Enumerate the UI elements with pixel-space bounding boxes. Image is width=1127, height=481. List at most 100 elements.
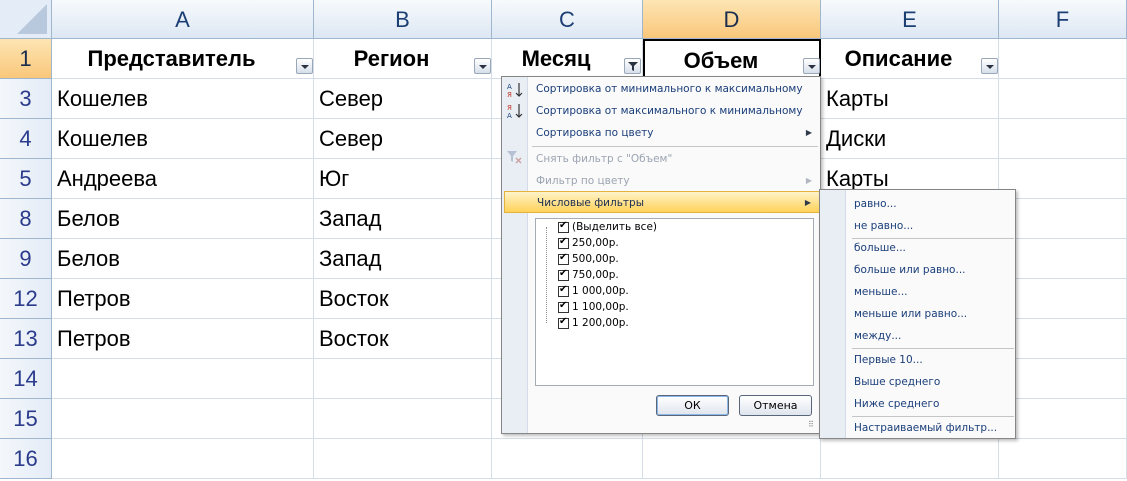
column-header-a[interactable]: A [52,0,314,39]
submenu-arrow-icon: ▶ [804,198,811,207]
cell[interactable] [999,279,1127,319]
values-checklist[interactable]: (Выделить все) 250,00р. 500,00р. 750,00р… [535,218,814,386]
cell[interactable]: Запад [314,199,492,239]
submenu-item-less-or-equal[interactable]: меньше или равно... [854,303,967,325]
cell[interactable] [314,359,492,399]
ok-button[interactable]: ОК [656,395,729,416]
cell[interactable]: Карты [821,79,999,119]
header-cell-representative[interactable]: Представитель [52,39,314,79]
cell[interactable] [492,439,643,479]
cell[interactable]: Восток [314,279,492,319]
column-header-d[interactable]: D [643,0,821,39]
filter-dropdown-button[interactable] [296,58,313,74]
submenu-item-between[interactable]: между... [854,325,901,347]
filter-dropdown-button[interactable] [474,58,491,74]
row-number[interactable]: 16 [0,439,52,479]
sort-descending-icon: ЯA [506,102,524,120]
svg-text:A: A [507,83,512,91]
column-header-e[interactable]: E [821,0,999,39]
cell[interactable]: Юг [314,159,492,199]
sort-ascending-item[interactable]: Сортировка от минимального к максимально… [528,78,820,100]
resize-grip-icon[interactable]: ⠿ [808,421,818,431]
clear-filter-label: Снять фильтр с "Объем" [536,153,673,165]
submenu-item-custom-filter[interactable]: Настраиваемый фильтр... [854,417,997,439]
filter-active-icon[interactable] [624,58,641,74]
select-all-corner[interactable] [0,0,52,39]
header-cell-volume[interactable]: Объем [643,39,821,79]
cell[interactable] [999,39,1127,79]
column-header-b[interactable]: B [314,0,492,39]
sort-descending-item[interactable]: Сортировка от максимального к минимально… [528,100,820,122]
submenu-item-not-equals[interactable]: не равно... [854,215,913,237]
column-header-f[interactable]: F [999,0,1127,39]
row-number[interactable]: 14 [0,359,52,399]
sort-by-color-item[interactable]: Сортировка по цвету ▶ [528,122,820,144]
row-number[interactable]: 9 [0,239,52,279]
checkbox-select-all[interactable] [558,220,569,233]
cell[interactable] [999,199,1127,239]
svg-text:Я: Я [507,91,512,99]
cell[interactable] [314,399,492,439]
row-number[interactable]: 3 [0,79,52,119]
submenu-item-above-average[interactable]: Выше среднего [854,371,940,393]
filter-dropdown-button[interactable] [981,58,998,74]
cell[interactable] [52,439,314,479]
cell[interactable]: Восток [314,319,492,359]
row-number[interactable]: 1 [0,39,52,79]
header-cell-region[interactable]: Регион [314,39,492,79]
cell[interactable] [999,319,1127,359]
cell[interactable] [999,239,1127,279]
clear-filter-item[interactable]: Снять фильтр с "Объем" [528,148,820,170]
cell[interactable] [999,159,1127,199]
sort-by-color-label: Сортировка по цвету [536,127,654,139]
cancel-button[interactable]: Отмена [739,395,812,416]
cell[interactable] [999,359,1127,399]
submenu-item-greater-or-equal[interactable]: больше или равно... [854,259,966,281]
value-checkbox[interactable] [558,300,569,313]
value-checkbox[interactable] [558,284,569,297]
cell[interactable] [821,439,999,479]
row-number[interactable]: 15 [0,399,52,439]
cell[interactable]: Запад [314,239,492,279]
value-checkbox[interactable] [558,316,569,329]
cell[interactable] [999,399,1127,439]
sort-descending-label: Сортировка от максимального к минимально… [536,105,803,117]
cell[interactable]: Север [314,79,492,119]
cell[interactable]: Диски [821,119,999,159]
cell[interactable]: Кошелев [52,119,314,159]
row-number[interactable]: 4 [0,119,52,159]
row-number[interactable]: 13 [0,319,52,359]
submenu-item-less[interactable]: меньше... [854,281,908,303]
submenu-item-greater[interactable]: больше... [854,237,906,259]
cell[interactable] [999,119,1127,159]
tree-line [546,227,547,323]
filter-dropdown-button[interactable] [803,58,820,74]
filter-by-color-item[interactable]: Фильтр по цвету ▶ [528,170,820,192]
cell[interactable] [52,399,314,439]
value-checkbox[interactable] [558,236,569,249]
row-number[interactable]: 5 [0,159,52,199]
value-checkbox[interactable] [558,252,569,265]
cell[interactable]: Белов [52,239,314,279]
row-number[interactable]: 12 [0,279,52,319]
cell[interactable] [314,439,492,479]
number-filters-item[interactable]: Числовые фильтры ▶ [504,191,820,213]
submenu-item-top-10[interactable]: Первые 10... [854,349,923,371]
cell[interactable] [999,79,1127,119]
cell[interactable]: Петров [52,279,314,319]
submenu-item-below-average[interactable]: Ниже среднего [854,393,939,415]
cell[interactable]: Белов [52,199,314,239]
value-checkbox[interactable] [558,268,569,281]
cell[interactable] [643,439,821,479]
cell[interactable] [52,359,314,399]
header-cell-month[interactable]: Месяц [492,39,643,79]
header-cell-description[interactable]: Описание [821,39,999,79]
cell[interactable] [999,439,1127,479]
row-number[interactable]: 8 [0,199,52,239]
cell[interactable]: Кошелев [52,79,314,119]
column-header-c[interactable]: C [492,0,643,39]
submenu-item-equals[interactable]: равно... [854,193,897,215]
cell[interactable]: Петров [52,319,314,359]
cell[interactable]: Север [314,119,492,159]
cell[interactable]: Андреева [52,159,314,199]
